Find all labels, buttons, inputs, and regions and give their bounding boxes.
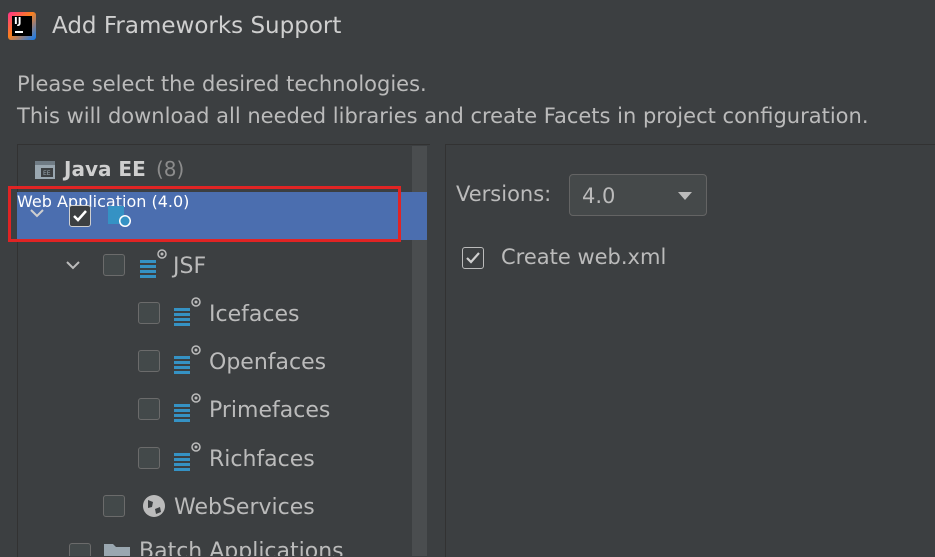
openfaces-checkbox[interactable]	[138, 350, 160, 372]
tree-item-webservices[interactable]: WebServices	[17, 485, 412, 527]
create-web-xml-checkbox[interactable]	[462, 247, 484, 269]
java-ee-group-icon: EE	[35, 161, 55, 179]
dialog-title: Add Frameworks Support	[52, 13, 342, 39]
richfaces-checkbox[interactable]	[138, 447, 160, 469]
tree-group-count: (8)	[156, 157, 185, 181]
jsf-icon	[174, 442, 201, 471]
versions-select[interactable]: 4.0	[569, 174, 707, 216]
tree-group-label: Java EE	[64, 157, 146, 181]
annotation-highlight-box	[8, 186, 401, 242]
jsf-icon	[174, 393, 201, 422]
chevron-down-icon[interactable]	[65, 259, 81, 271]
versions-select-value: 4.0	[582, 184, 616, 208]
create-web-xml-label: Create web.xml	[501, 245, 667, 269]
tree-item-label: Icefaces	[209, 302, 300, 327]
intellij-logo-icon: IJ	[8, 12, 36, 40]
tree-item-richfaces[interactable]: Richfaces	[17, 437, 427, 479]
versions-label: Versions:	[456, 182, 552, 206]
tree-item-label: Primefaces	[209, 398, 331, 423]
description-line-2: This will download all needed libraries …	[17, 104, 869, 128]
folder-icon	[104, 544, 130, 556]
globe-icon	[143, 495, 165, 517]
svg-text:EE: EE	[43, 170, 51, 177]
description-line-1: Please select the desired technologies.	[17, 72, 427, 96]
primefaces-checkbox[interactable]	[138, 398, 160, 420]
jsf-icon	[174, 297, 201, 326]
tree-item-openfaces[interactable]: Openfaces	[17, 340, 427, 382]
tree-item-label: Richfaces	[209, 447, 315, 472]
title-bar: IJ Add Frameworks Support	[0, 0, 935, 52]
tree-item-batch-applications[interactable]: Batch Applications	[17, 533, 412, 556]
jsf-checkbox[interactable]	[103, 254, 125, 276]
tree-item-label: WebServices	[174, 495, 315, 520]
dropdown-arrow-icon	[678, 192, 692, 200]
webservices-checkbox[interactable]	[103, 495, 125, 517]
jsf-icon	[174, 345, 201, 374]
tree-item-label: JSF	[173, 254, 207, 279]
tree-item-label: Openfaces	[209, 350, 327, 375]
tree-item-label: Batch Applications	[139, 539, 344, 556]
tree-item-primefaces[interactable]: Primefaces	[17, 388, 427, 430]
batch-applications-checkbox[interactable]	[69, 543, 91, 556]
tree-item-jsf[interactable]: JSF	[17, 244, 427, 286]
tree-item-icefaces[interactable]: Icefaces	[17, 292, 427, 334]
jsf-icon	[140, 249, 167, 278]
icefaces-checkbox[interactable]	[138, 302, 160, 324]
